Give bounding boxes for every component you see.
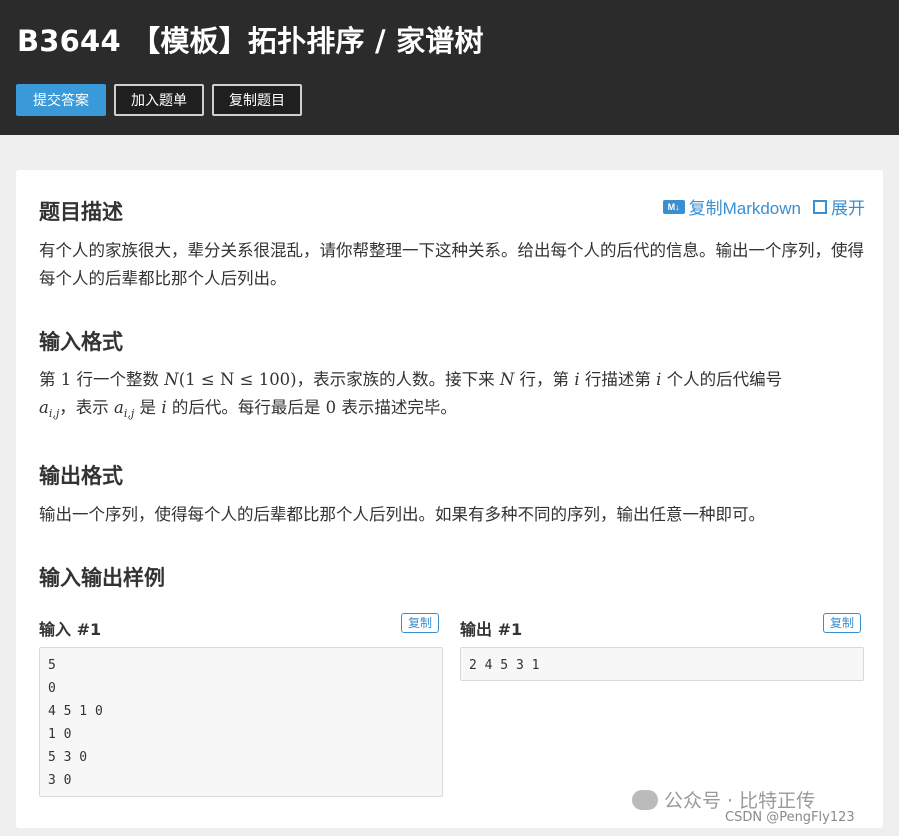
csdn-watermark: CSDN @PengFly123 — [725, 810, 855, 825]
output-format-text: 输出一个序列，使得每个人的后辈都比那个人后列出。如果有多种不同的序列，输出任意一… — [39, 505, 765, 524]
card-tools: M↓ 复制Markdown 展开 — [662, 194, 865, 219]
submit-answer-button[interactable]: 提交答案 — [16, 84, 106, 116]
sample-output-label: 输出 #1 — [460, 620, 523, 639]
expand-label: 展开 — [831, 199, 865, 218]
sample-input-label: 输入 #1 — [39, 620, 102, 639]
add-to-list-button[interactable]: 加入题单 — [114, 84, 204, 116]
input-format-text: 第 1 行一个整数 N(1 ≤ N ≤ 100)，表示家族的人数。接下来 N 行… — [39, 370, 783, 420]
description-text: 有个人的家族很大，辈分关系很混乱，请你帮整理一下这种关系。给出每个人的后代的信息… — [39, 241, 864, 288]
watermark-text: 公众号 · 比特正传 — [664, 790, 816, 812]
input-format-heading: 输入格式 — [39, 330, 123, 354]
expand-icon — [813, 199, 827, 214]
expand-button[interactable]: 展开 — [813, 194, 865, 219]
header-toolbar: 提交答案 加入题单 复制题目 — [16, 84, 302, 116]
copy-input-button[interactable]: 复制 — [401, 613, 440, 633]
copy-output-button[interactable]: 复制 — [823, 613, 862, 633]
wechat-icon — [632, 789, 658, 810]
samples-heading: 输入输出样例 — [39, 566, 165, 590]
copy-markdown-button[interactable]: M↓ 复制Markdown — [662, 194, 801, 219]
markdown-icon: M↓ — [662, 199, 685, 214]
sample-output-box[interactable]: 2 4 5 3 1 — [460, 647, 864, 681]
description-heading: 题目描述 — [39, 200, 123, 224]
copy-problem-button[interactable]: 复制题目 — [212, 84, 302, 116]
problem-header: B3644 【模板】拓扑排序 / 家谱树 提交答案 加入题单 复制题目 — [0, 0, 899, 135]
problem-card: M↓ 复制Markdown 展开 题目描述 有个人的家族很大，辈分关系很混乱，请… — [16, 170, 883, 828]
wechat-watermark: 公众号 · 比特正传 — [632, 786, 815, 813]
output-format-heading: 输出格式 — [39, 464, 123, 488]
sample-input-box[interactable]: 5 0 4 5 1 0 1 0 5 3 0 3 0 — [39, 647, 443, 797]
copy-markdown-label: 复制Markdown — [688, 199, 801, 218]
problem-title: B3644 【模板】拓扑排序 / 家谱树 — [17, 24, 484, 58]
